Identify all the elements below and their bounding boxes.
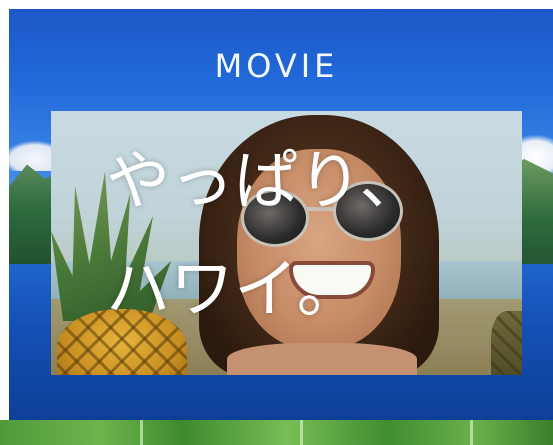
pineapple-right: [491, 311, 522, 375]
leaf-vein: [300, 420, 303, 445]
woman-shoulders: [227, 343, 417, 375]
page-frame: MOVIE やっぱり、 ハワイ。: [0, 0, 553, 445]
leaf-vein: [140, 420, 143, 445]
section-title: MOVIE: [214, 47, 339, 85]
leaf-vein: [470, 420, 473, 445]
hero-caption-line2: ハワイ。: [106, 253, 361, 327]
hero-caption-line1: やっぱり、: [106, 145, 424, 219]
